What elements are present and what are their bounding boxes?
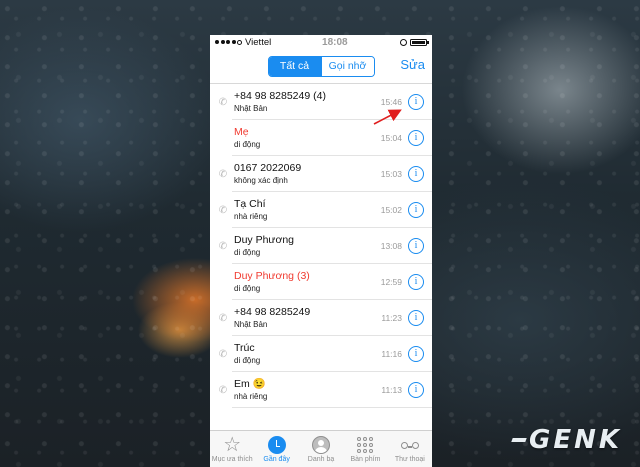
tab-bar: ☆ Mục ưa thích Gần đây Danh bạ Bàn phím … bbox=[210, 430, 432, 467]
edit-button[interactable]: Sửa bbox=[400, 57, 425, 72]
phone-outgoing-icon: ✆ bbox=[218, 384, 228, 396]
call-type: di động bbox=[234, 356, 261, 365]
tab-keypad[interactable]: Bàn phím bbox=[343, 431, 387, 467]
info-circle-icon[interactable]: i bbox=[408, 166, 424, 182]
call-time: 15:04 bbox=[380, 133, 402, 143]
phone-outgoing-icon: ✆ bbox=[218, 168, 228, 180]
call-row[interactable]: ✆ Duy Phương di động 13:08 i bbox=[210, 228, 432, 264]
call-row[interactable]: ✆ Tạ Chí nhà riêng 15:02 i bbox=[210, 192, 432, 228]
call-type: nhà riêng bbox=[234, 212, 268, 221]
call-time: 13:08 bbox=[380, 241, 402, 251]
info-circle-icon[interactable]: i bbox=[408, 274, 424, 290]
call-texts: Mẹ di động bbox=[232, 126, 372, 150]
call-row[interactable]: ✆ Trúc di động 11:16 i bbox=[210, 336, 432, 372]
voicemail-icon bbox=[400, 441, 419, 449]
clock-icon bbox=[267, 436, 286, 454]
call-row[interactable]: ✆ Em 😉 nhà riêng 11:13 i bbox=[210, 372, 432, 408]
call-type: di động bbox=[234, 140, 261, 149]
watermark-bar bbox=[511, 438, 527, 442]
contact-icon bbox=[312, 436, 331, 454]
tab-contacts[interactable]: Danh bạ bbox=[299, 431, 343, 467]
call-type: Nhật Bản bbox=[234, 320, 268, 329]
segment-all[interactable]: Tất cả bbox=[268, 56, 321, 76]
phone-outgoing-icon: ✆ bbox=[218, 240, 228, 252]
call-row[interactable]: ✆ +84 98 8285249 Nhật Bản 11:23 i bbox=[210, 300, 432, 336]
call-type: Nhật Bản bbox=[234, 104, 268, 113]
phone-outgoing-icon: ✆ bbox=[218, 312, 228, 324]
call-time: 12:59 bbox=[380, 277, 402, 287]
carrier-group: Viettel bbox=[215, 37, 271, 48]
call-texts: Trúc di động bbox=[232, 342, 372, 366]
orientation-lock-icon bbox=[399, 38, 407, 46]
call-name: +84 98 8285249 bbox=[234, 306, 311, 318]
status-right bbox=[399, 38, 429, 46]
segmented-control: Tất cả Gọi nhỡ bbox=[267, 55, 375, 77]
call-name: 0167 2022069 bbox=[234, 162, 302, 174]
call-texts: +84 98 8285249 (4) Nhật Bản bbox=[232, 90, 372, 114]
call-texts: Duy Phương di động bbox=[232, 234, 372, 258]
call-name: +84 98 8285249 (4) bbox=[234, 90, 326, 102]
recent-calls-list: ✆ +84 98 8285249 (4) Nhật Bản 15:46 i Mẹ… bbox=[210, 84, 432, 431]
call-name: Mẹ bbox=[234, 126, 249, 138]
battery-icon bbox=[409, 38, 429, 46]
info-circle-icon[interactable]: i bbox=[408, 202, 424, 218]
call-time: 15:03 bbox=[380, 169, 402, 179]
star-icon: ☆ bbox=[223, 434, 242, 456]
phone-screen: Viettel 18:08 Tất cả Gọi nhỡ Sửa ✆ +84 9… bbox=[210, 35, 432, 467]
info-circle-icon[interactable]: i bbox=[408, 238, 424, 254]
info-circle-icon[interactable]: i bbox=[408, 310, 424, 326]
call-texts: Em 😉 nhà riêng bbox=[232, 378, 372, 402]
call-texts: Duy Phương (3) di động bbox=[232, 270, 372, 294]
phone-outgoing-icon: ✆ bbox=[218, 348, 228, 360]
info-circle-icon[interactable]: i bbox=[408, 382, 424, 398]
call-texts: 0167 2022069 không xác định bbox=[232, 162, 372, 186]
call-row[interactable]: Duy Phương (3) di động 12:59 i bbox=[210, 264, 432, 300]
navigation-bar: Tất cả Gọi nhỡ Sửa bbox=[210, 49, 432, 84]
phone-outgoing-icon: ✆ bbox=[218, 96, 228, 108]
tab-label: Bàn phím bbox=[350, 456, 381, 463]
call-type: nhà riêng bbox=[234, 392, 268, 401]
call-name: Trúc bbox=[234, 342, 255, 354]
keypad-icon bbox=[357, 437, 374, 453]
call-name: Tạ Chí bbox=[234, 198, 266, 210]
signal-icon bbox=[215, 39, 242, 45]
info-circle-icon[interactable]: i bbox=[408, 130, 424, 146]
call-texts: +84 98 8285249 Nhật Bản bbox=[232, 306, 372, 330]
clock-time: 18:08 bbox=[322, 36, 348, 48]
call-time: 15:02 bbox=[380, 205, 402, 215]
call-time: 11:16 bbox=[381, 349, 402, 359]
status-bar: Viettel 18:08 bbox=[210, 35, 432, 49]
call-texts: Tạ Chí nhà riêng bbox=[232, 198, 372, 222]
watermark-text: GENK bbox=[528, 425, 622, 455]
info-circle-icon[interactable]: i bbox=[408, 94, 424, 110]
tab-label: Mục ưa thích bbox=[211, 456, 253, 463]
info-circle-icon[interactable]: i bbox=[408, 346, 424, 362]
call-time: 11:13 bbox=[381, 385, 402, 395]
genk-watermark: GENK bbox=[511, 425, 622, 455]
call-type: không xác định bbox=[234, 176, 288, 185]
tab-label: Danh bạ bbox=[307, 456, 335, 463]
call-time: 15:46 bbox=[380, 97, 402, 107]
phone-outgoing-icon: ✆ bbox=[218, 204, 228, 216]
carrier-label: Viettel bbox=[245, 36, 272, 48]
tab-voicemail[interactable]: Thư thoại bbox=[388, 431, 432, 467]
tab-recents[interactable]: Gần đây bbox=[254, 431, 298, 467]
call-name: Duy Phương bbox=[234, 234, 295, 246]
tab-label: Thư thoại bbox=[394, 456, 425, 463]
call-row[interactable]: Mẹ di động 15:04 i bbox=[210, 120, 432, 156]
call-row[interactable]: ✆ +84 98 8285249 (4) Nhật Bản 15:46 i bbox=[210, 84, 432, 120]
call-row[interactable]: ✆ 0167 2022069 không xác định 15:03 i bbox=[210, 156, 432, 192]
tab-favorites[interactable]: ☆ Mục ưa thích bbox=[210, 431, 254, 467]
call-time: 11:23 bbox=[381, 313, 402, 323]
segment-missed[interactable]: Gọi nhỡ bbox=[320, 56, 374, 76]
call-name: Duy Phương (3) bbox=[234, 270, 310, 282]
call-type: di động bbox=[234, 248, 261, 257]
tab-label: Gần đây bbox=[263, 456, 290, 463]
call-name: Em 😉 bbox=[234, 378, 266, 390]
call-type: di động bbox=[234, 284, 261, 293]
